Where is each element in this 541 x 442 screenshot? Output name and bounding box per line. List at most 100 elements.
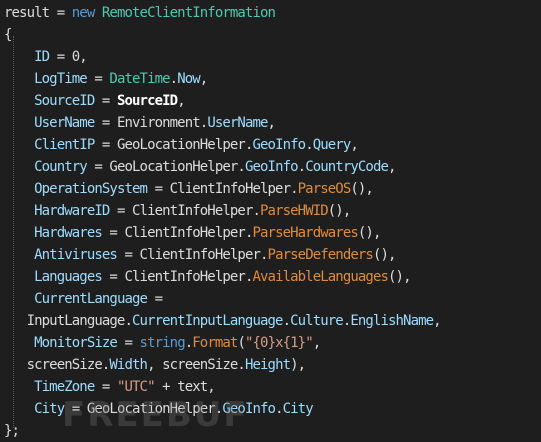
code-token: . [237,159,245,175]
code-token: InputLanguage [4,313,126,329]
code-token: ID [34,49,50,65]
code-token: City [34,401,65,417]
code-line[interactable]: UserName = Environment.UserName, [4,112,276,134]
code-token: OperationSystem [34,181,148,197]
code-line[interactable]: { [4,24,12,46]
code-line[interactable]: Hardwares = ClientInfoHelper.ParseHardwa… [4,222,381,244]
code-token: ClientInfoHelper [139,247,261,263]
code-line[interactable]: LogTime = DateTime.Now, [4,68,208,90]
code-token: = [94,379,117,395]
code-token: Antiviruses [34,247,118,263]
code-editor[interactable]: result = new RemoteClientInformation { ID… [0,0,541,441]
code-token: Environment [116,115,201,131]
code-token: = 0, [49,49,88,65]
code-line[interactable]: ID = 0, [4,46,88,68]
code-token: . [290,181,298,197]
code-line[interactable]: InputLanguage.CurrentInputLanguage.Cultu… [4,310,442,332]
code-token: ParseHardwares [252,225,358,241]
code-line[interactable]: }; [4,420,20,442]
code-token: , screenSize [147,357,238,373]
code-token: GeoInfo [244,159,299,175]
code-token: . [305,137,313,153]
code-line[interactable]: MonitorSize = string.Format("{0}x{1}", [4,332,321,354]
code-token: GeoInfo [252,137,306,153]
code-line[interactable]: ClientIP = GeoLocationHelper.GeoInfo.Que… [4,134,359,156]
code-line[interactable]: result = new RemoteClientInformation [4,2,276,24]
code-token: = [116,247,140,263]
code-token: . [275,401,283,417]
code-token: = [101,269,125,285]
code-token: DateTime [109,71,170,87]
code-token: ClientInfoHelper [132,203,253,219]
code-line[interactable]: screenSize.Width, screenSize.Height), [4,354,307,376]
code-line[interactable]: Languages = ClientInfoHelper.AvailableLa… [4,266,411,288]
code-token: UserName [34,115,95,131]
code-token: Hardwares [34,225,103,241]
code-token: Width [109,357,148,373]
code-token: ClientIP [34,137,95,153]
code-token: ), [290,357,306,373]
watermark-logo: FREEBUF [62,395,249,435]
code-token: SourceID [34,93,95,109]
code-token: ClientInfoHelper [124,225,245,241]
code-token: = [86,159,110,175]
code-token: (), [372,247,396,263]
code-token: , [267,115,276,131]
code-token: = [147,181,170,197]
code-token: , [199,71,208,87]
code-token: = [101,225,125,241]
code-token: . [124,313,132,329]
code-token: GeoLocationHelper [109,159,238,175]
code-token: = [116,335,140,351]
code-token: , [177,93,185,109]
code-token: , [433,313,441,329]
code-token: MonitorSize [34,335,118,351]
code-token: CountryCode [305,159,389,175]
code-token: , [388,159,396,175]
code-token: = [94,115,117,131]
code-token: (), [388,269,411,285]
code-token: = [86,71,110,87]
code-token: , [350,137,358,153]
code-line[interactable]: OperationSystem = ClientInfoHelper.Parse… [4,178,374,200]
code-token: (), [327,203,351,219]
code-token: City [282,401,314,417]
code-token: new [71,5,95,21]
code-line[interactable]: Antiviruses = ClientInfoHelper.ParseDefe… [4,244,396,266]
code-token: "UTC" [116,379,156,395]
code-line[interactable]: HardwareID = ClientInfoHelper.ParseHWID(… [4,200,351,222]
code-token: CurrentInputLanguage [132,313,283,329]
code-token: screenSize [4,357,103,373]
code-token: (), [357,225,381,241]
code-token: string [139,335,186,351]
code-line[interactable]: Country = GeoLocationHelper.GeoInfo.Coun… [4,156,396,178]
code-token: ( [237,335,245,351]
code-token: EnglishName [350,313,434,329]
code-token: , [312,335,321,351]
code-token: = [94,137,117,153]
code-token: ParseOS [297,181,352,197]
code-token: . [260,247,268,263]
code-token: HardwareID [34,203,110,219]
code-line[interactable]: SourceID = SourceID, [4,90,185,112]
code-token: = [94,93,117,109]
code-token: Languages [34,269,103,285]
code-line[interactable]: CurrentLanguage = [4,288,163,310]
code-token: . [237,357,245,373]
code-token: = [147,291,163,307]
code-token: GeoLocationHelper [116,137,246,153]
code-token: Query [312,137,352,153]
code-token: RemoteClientInformation [101,5,276,21]
code-token: UserName [207,115,268,131]
